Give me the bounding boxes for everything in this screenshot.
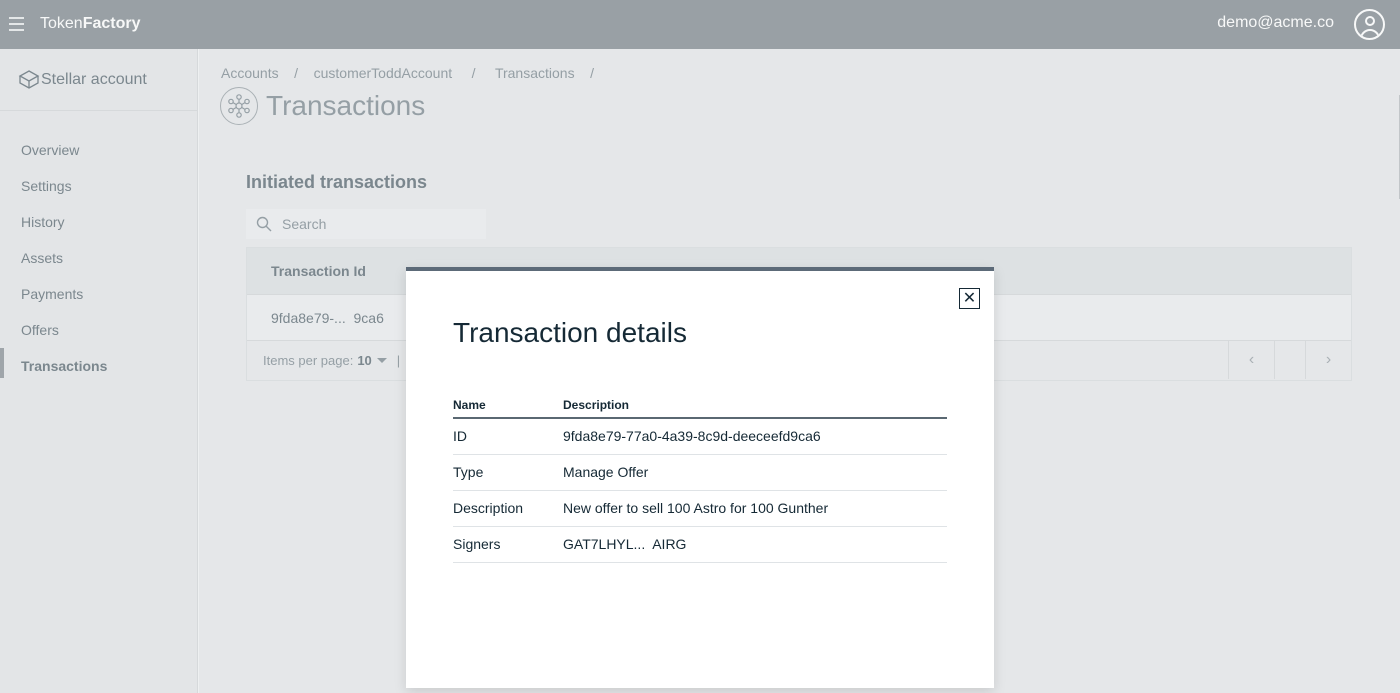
detail-value: 9fda8e79-77a0-4a39-8c9d-deeceefd9ca6 [563,418,947,455]
close-button[interactable]: ✕ [959,288,980,309]
column-header-description: Description [563,393,947,419]
close-icon: ✕ [962,289,977,307]
details-row: Description New offer to sell 100 Astro … [453,490,947,527]
detail-name: Type [453,454,563,491]
details-table: Name Description ID 9fda8e79-77a0-4a39-8… [453,393,947,563]
detail-value: GAT7LHYL... AIRG [563,526,947,563]
details-row: Signers GAT7LHYL... AIRG [453,526,947,563]
modal-title: Transaction details [453,317,687,348]
detail-value: Manage Offer [563,454,947,491]
transaction-details-modal: ✕ Transaction details Name Description I… [406,267,994,688]
detail-name: ID [453,418,563,455]
detail-name: Description [453,490,563,527]
details-header-row: Name Description [453,393,947,419]
details-row: Type Manage Offer [453,454,947,491]
detail-value: New offer to sell 100 Astro for 100 Gunt… [563,490,947,527]
details-row: ID 9fda8e79-77a0-4a39-8c9d-deeceefd9ca6 [453,418,947,455]
detail-name: Signers [453,526,563,563]
column-header-name: Name [453,393,563,419]
